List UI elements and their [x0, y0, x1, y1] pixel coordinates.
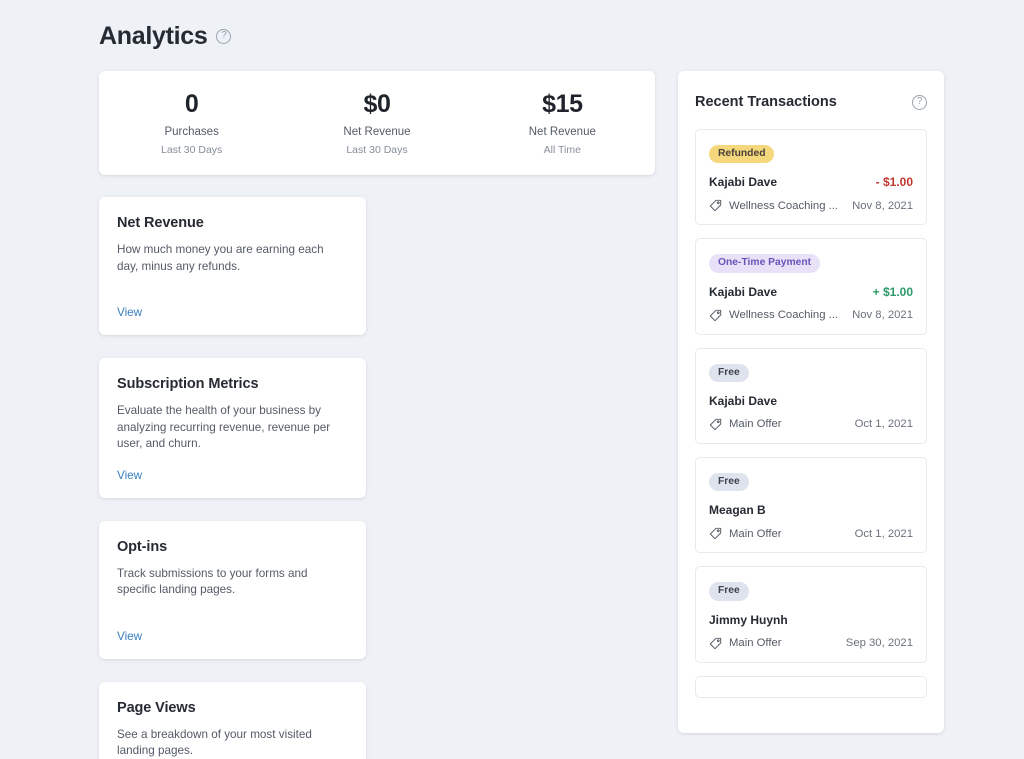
card-title: Subscription Metrics [117, 376, 259, 392]
card-description: How much money you are earning each day,… [117, 243, 324, 273]
offer-wrap: Main Offer [709, 637, 782, 650]
transaction-meta-row: Wellness Coaching ... Nov 8, 2021 [709, 199, 913, 212]
status-badge: Refunded [709, 145, 775, 164]
card-description: Track submissions to your forms and spec… [117, 566, 308, 597]
tag-icon [709, 200, 722, 212]
transaction-primary-row: Kajabi Dave - $1.00 [709, 175, 913, 189]
analytics-card-grid: Net Revenue How much money you are earni… [99, 197, 655, 759]
offer-wrap: Main Offer [709, 527, 782, 540]
transaction-item[interactable]: Refunded Kajabi Dave - $1.00 Wellness Co… [695, 129, 927, 226]
recent-transactions-header: Recent Transactions ? [695, 71, 927, 129]
page-title: Analytics [99, 22, 208, 50]
offer-name: Wellness Coaching ... [729, 309, 839, 322]
transaction-date: Oct 1, 2021 [854, 418, 913, 431]
customer-name: Kajabi Dave [709, 393, 778, 408]
offer-name: Main Offer [729, 527, 782, 540]
customer-name: Meagan B [709, 503, 766, 518]
transaction-item[interactable]: Free Kajabi Dave Main Offer Oct 1, 2021 [695, 347, 927, 444]
transaction-date: Nov 8, 2021 [852, 199, 913, 212]
transaction-primary-row: Jimmy Huynh [709, 613, 913, 627]
transaction-item[interactable]: Free Jimmy Huynh Main Offer Sep 30, 2021 [695, 566, 927, 663]
transaction-primary-row: Kajabi Dave [709, 394, 913, 408]
status-badge: One-Time Payment [709, 254, 821, 273]
status-badge: Free [709, 472, 749, 492]
stat-purchases: 0 Purchases Last 30 Days [99, 90, 284, 157]
customer-name: Kajabi Dave [709, 175, 778, 190]
card-title: Net Revenue [117, 215, 204, 231]
card-view-link[interactable]: View [117, 614, 142, 643]
customer-name: Kajabi Dave [709, 284, 778, 299]
recent-transactions-title: Recent Transactions [695, 94, 837, 110]
status-badge: Free [709, 363, 749, 382]
stat-timeframe: All Time [543, 144, 581, 157]
card-net-revenue[interactable]: Net Revenue How much money you are earni… [99, 197, 366, 335]
card-view-link[interactable]: View [117, 290, 142, 319]
tag-icon [709, 309, 722, 321]
card-description: Evaluate the health of your business by … [117, 404, 331, 451]
transaction-primary-row: Kajabi Dave + $1.00 [709, 285, 913, 299]
stat-timeframe: Last 30 Days [161, 144, 223, 157]
stat-label: Purchases [164, 126, 219, 139]
offer-wrap: Wellness Coaching ... [709, 309, 838, 322]
transaction-item[interactable] [695, 675, 927, 698]
customer-name: Jimmy Huynh [709, 612, 788, 627]
stat-label: Net Revenue [528, 126, 596, 139]
card-description: See a breakdown of your most visited lan… [117, 727, 312, 758]
tag-icon [709, 637, 722, 649]
transaction-amount: + $1.00 [872, 284, 913, 299]
card-page-views[interactable]: Page Views See a breakdown of your most … [99, 681, 366, 759]
offer-wrap: Main Offer [709, 418, 782, 431]
card-view-link[interactable]: View [117, 453, 142, 482]
stat-value: $15 [542, 89, 583, 118]
transaction-amount: - $1.00 [875, 175, 913, 190]
analytics-main-column: 0 Purchases Last 30 Days $0 Net Revenue … [99, 71, 655, 759]
offer-name: Wellness Coaching ... [729, 199, 839, 212]
offer-wrap: Wellness Coaching ... [709, 199, 838, 212]
transaction-list: Refunded Kajabi Dave - $1.00 Wellness Co… [695, 129, 927, 698]
analytics-page: Analytics ? 0 Purchases Last 30 Days $0 … [0, 0, 1024, 759]
recent-transactions-column: Recent Transactions ? Refunded Kajabi Da… [678, 71, 944, 733]
transaction-meta-row: Main Offer Sep 30, 2021 [709, 637, 913, 650]
card-subscription-metrics[interactable]: Subscription Metrics Evaluate the health… [99, 358, 366, 498]
page-header: Analytics ? [99, 22, 232, 51]
stat-net-revenue-all-time: $15 Net Revenue All Time [470, 90, 655, 157]
stat-net-revenue-30d: $0 Net Revenue Last 30 Days [284, 90, 469, 157]
card-title: Page Views [117, 699, 196, 716]
help-circle-icon[interactable]: ? [912, 94, 927, 110]
transaction-date: Sep 30, 2021 [845, 637, 913, 650]
stat-timeframe: Last 30 Days [346, 144, 408, 157]
recent-transactions-panel: Recent Transactions ? Refunded Kajabi Da… [678, 71, 944, 733]
transaction-item[interactable]: Free Meagan B Main Offer Oct 1, 2021 [695, 456, 927, 554]
tag-icon [709, 418, 722, 431]
card-opt-ins[interactable]: Opt-ins Track submissions to your forms … [99, 520, 366, 659]
status-badge: Free [709, 582, 749, 601]
stat-value: 0 [184, 89, 199, 118]
stat-value: $0 [363, 89, 391, 118]
transaction-primary-row: Meagan B [709, 503, 913, 517]
stat-label: Net Revenue [343, 126, 411, 139]
transaction-date: Oct 1, 2021 [854, 527, 913, 540]
offer-name: Main Offer [729, 637, 782, 650]
help-circle-icon[interactable]: ? [216, 29, 232, 44]
card-title: Opt-ins [117, 538, 168, 555]
transaction-item[interactable]: One-Time Payment Kajabi Dave + $1.00 Wel… [695, 238, 927, 335]
summary-stats-card: 0 Purchases Last 30 Days $0 Net Revenue … [99, 71, 655, 175]
tag-icon [709, 528, 722, 540]
transaction-date: Nov 8, 2021 [852, 309, 913, 322]
transaction-meta-row: Main Offer Oct 1, 2021 [709, 527, 913, 540]
transaction-meta-row: Wellness Coaching ... Nov 8, 2021 [709, 309, 913, 322]
offer-name: Main Offer [729, 418, 782, 431]
transaction-meta-row: Main Offer Oct 1, 2021 [709, 418, 913, 431]
